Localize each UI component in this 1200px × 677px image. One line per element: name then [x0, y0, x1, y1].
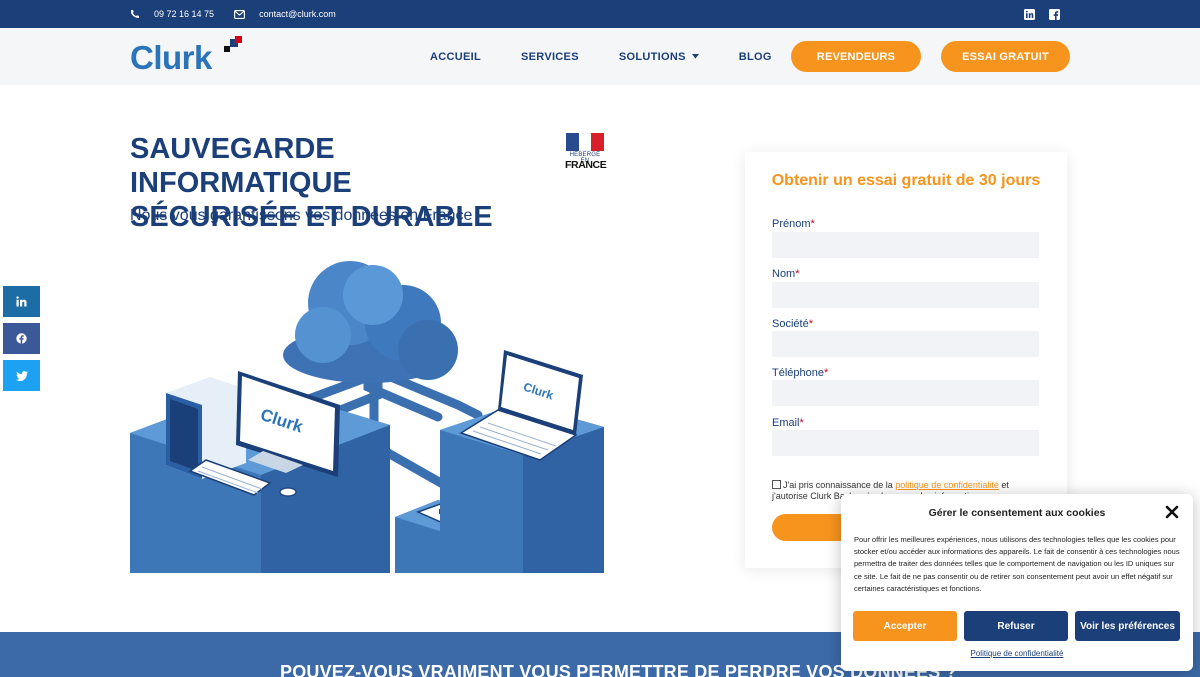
nav-blog[interactable]: BLOG — [739, 51, 772, 63]
label-societe-text: Société — [772, 318, 809, 330]
facebook-icon — [16, 333, 27, 344]
email-input[interactable] — [772, 430, 1039, 456]
consent-checkbox[interactable] — [772, 480, 781, 489]
nav-services[interactable]: SERVICES — [521, 51, 579, 63]
consent-text-prefix: J'ai pris connaissance de la — [783, 480, 896, 490]
phone-number[interactable]: 09 72 16 14 75 — [154, 9, 214, 19]
societe-input[interactable] — [772, 331, 1039, 357]
envelope-icon — [234, 9, 246, 19]
top-bar: 09 72 16 14 75 contact@clurk.com — [0, 0, 1200, 28]
logo-wordmark: Clurk — [130, 39, 213, 76]
required-mark: * — [824, 367, 829, 379]
required-mark: * — [799, 417, 804, 429]
required-mark: * — [795, 268, 800, 280]
share-facebook[interactable] — [3, 323, 40, 354]
label-email: Email* — [772, 417, 804, 429]
essai-gratuit-button[interactable]: ESSAI GRATUIT — [941, 41, 1070, 72]
hero-title-line-1: SAUVEGARDE INFORMATIQUE — [130, 133, 352, 199]
label-nom: Nom* — [772, 268, 800, 280]
nom-input[interactable] — [772, 282, 1039, 308]
telephone-input[interactable] — [772, 380, 1039, 406]
facebook-icon[interactable] — [1049, 8, 1060, 20]
cloud-icon — [283, 261, 458, 383]
form-title: Obtenir un essai gratuit de 30 jours — [771, 172, 1041, 189]
label-telephone: Téléphone* — [772, 367, 828, 379]
cookie-dialog-title: Gérer le consentement aux cookies — [928, 507, 1106, 519]
nav-accueil[interactable]: ACCUEIL — [430, 51, 481, 63]
label-nom-text: Nom — [772, 268, 796, 280]
label-societe: Société* — [772, 318, 813, 330]
french-flag-icon — [566, 133, 605, 151]
nav-solutions[interactable]: SOLUTIONS — [619, 51, 699, 63]
hero-subtitle: Nous vous garantissons vos données en Fr… — [130, 207, 473, 224]
cookie-accept-button[interactable]: Accepter — [853, 611, 957, 641]
nav-solutions-label: SOLUTIONS — [618, 50, 686, 63]
prenom-input[interactable] — [772, 232, 1039, 258]
label-prenom-text: Prénom — [772, 218, 811, 230]
consent-text-suffix: et — [998, 480, 1009, 490]
required-mark: * — [810, 218, 815, 230]
clurk-logo[interactable]: Clurk — [130, 36, 248, 76]
close-icon[interactable] — [1164, 504, 1180, 520]
privacy-policy-link[interactable]: politique de confidentialité — [895, 480, 999, 490]
linkedin-icon[interactable] — [1024, 8, 1035, 20]
cloud-backup-illustration: Clurk Clurk — [130, 261, 604, 573]
phone-icon — [131, 10, 139, 18]
caret-down-icon — [691, 54, 699, 59]
site-header: Clurk ACCUEIL SERVICES SOLUTIONS BLOG RE… — [0, 28, 1200, 85]
cookie-dialog-body: Pour offrir les meilleures expériences, … — [854, 535, 1180, 593]
twitter-icon — [15, 370, 28, 381]
label-prenom: Prénom* — [772, 218, 815, 230]
share-twitter[interactable] — [3, 360, 40, 391]
linkedin-icon — [16, 296, 27, 307]
contact-info: 09 72 16 14 75 contact@clurk.com — [130, 0, 336, 28]
label-telephone-text: Téléphone — [772, 367, 824, 379]
badge-france-text: FRANCE — [565, 159, 607, 171]
cookie-policy-link[interactable]: Politique de confidentialité — [841, 649, 1193, 658]
email-address[interactable]: contact@clurk.com — [259, 9, 336, 19]
laptop-workstation: Clurk — [440, 350, 604, 573]
topbar-social — [1024, 0, 1060, 28]
cookie-consent-dialog: Gérer le consentement aux cookies Pour o… — [841, 494, 1193, 671]
required-mark: * — [808, 318, 813, 330]
cookie-refuse-button[interactable]: Refuser — [964, 611, 1068, 641]
revendeurs-button[interactable]: REVENDEURS — [791, 41, 921, 72]
hosted-in-france-badge: HÉBERGÉ EN FRANCE — [565, 133, 607, 173]
main-nav: ACCUEIL SERVICES SOLUTIONS BLOG — [430, 28, 772, 85]
label-email-text: Email — [772, 417, 800, 429]
cookie-preferences-button[interactable]: Voir les préférences — [1075, 611, 1180, 641]
share-linkedin[interactable] — [3, 286, 40, 317]
